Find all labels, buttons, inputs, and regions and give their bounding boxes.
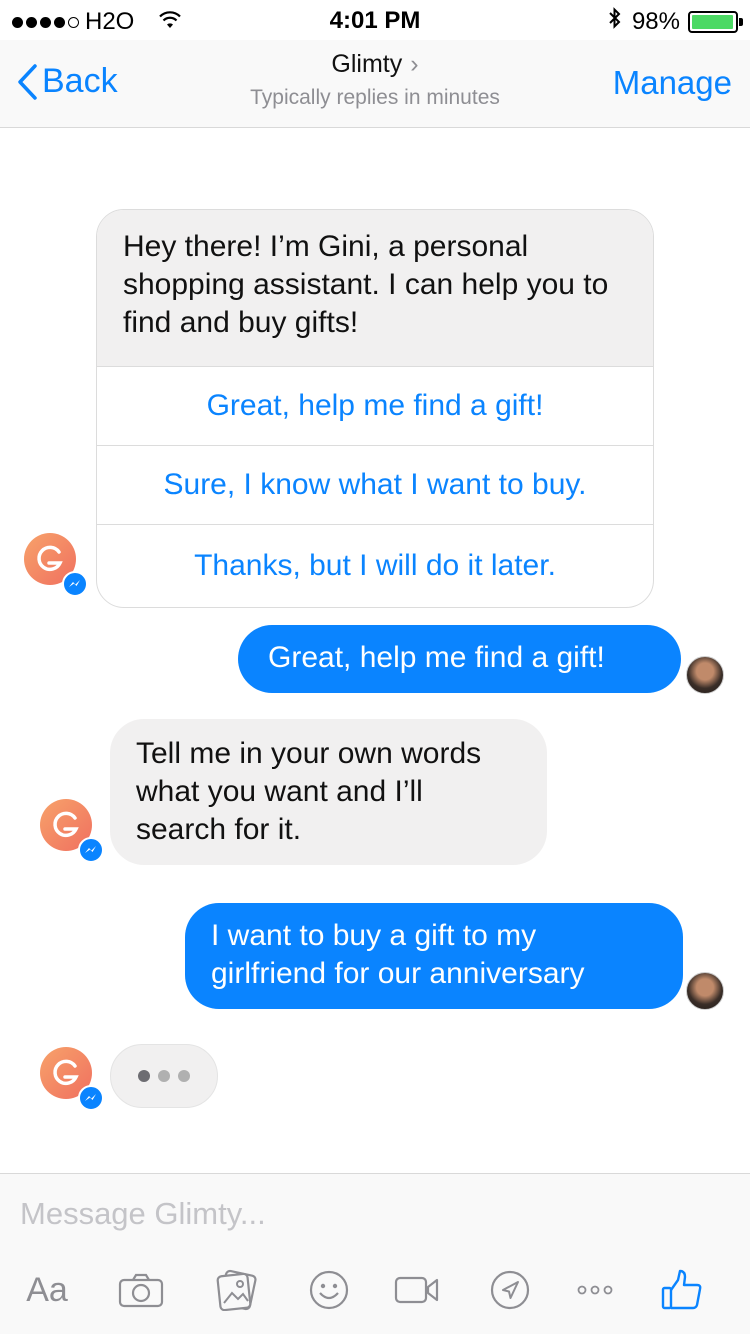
gallery-icon[interactable] [212, 1262, 262, 1318]
manage-button[interactable]: Manage [613, 64, 732, 102]
outgoing-message-text: Great, help me find a gift! [268, 641, 605, 674]
incoming-message[interactable]: Tell me in your own words what you want … [110, 719, 547, 865]
more-icon[interactable] [576, 1262, 614, 1318]
typing-indicator [110, 1044, 218, 1108]
outgoing-message[interactable]: I want to buy a gift to my girlfriend fo… [185, 903, 683, 1009]
quick-reply-button[interactable]: Sure, I know what I want to buy. [97, 445, 653, 524]
bluetooth-icon [608, 7, 622, 36]
composer-toolbar: Aa [0, 1262, 750, 1318]
battery-level [692, 14, 734, 29]
message-input[interactable] [20, 1196, 720, 1232]
chevron-right-icon: › [410, 50, 419, 78]
glimty-logo-icon [37, 545, 63, 572]
battery-icon [688, 10, 743, 33]
video-icon[interactable] [394, 1262, 440, 1318]
user-avatar [686, 972, 724, 1010]
aa-label: Aa [26, 1270, 68, 1309]
battery-percent: 98% [631, 7, 680, 35]
glimty-logo-icon [53, 1059, 79, 1086]
quick-reply-button[interactable]: Great, help me find a gift! [97, 366, 653, 445]
camera-icon[interactable] [116, 1262, 166, 1318]
messenger-badge-icon [78, 837, 104, 863]
aa-icon[interactable]: Aa [22, 1262, 72, 1318]
page-title: Glimty [331, 50, 403, 78]
user-avatar [686, 656, 724, 694]
bot-intro-text: Hey there! I’m Gini, a personal shopping… [97, 210, 653, 366]
bot-intro-card: Hey there! I’m Gini, a personal shopping… [96, 209, 654, 608]
status-right: 98% [608, 7, 743, 36]
location-icon[interactable] [488, 1262, 532, 1318]
emoji-icon[interactable] [306, 1262, 352, 1318]
incoming-message-text: Tell me in your own words what you want … [136, 737, 482, 846]
chat-thread[interactable]: Hey there! I’m Gini, a personal shopping… [0, 129, 750, 1173]
like-icon[interactable] [658, 1262, 706, 1318]
messenger-badge-icon [62, 571, 88, 597]
outgoing-message-text: I want to buy a gift to my girlfriend fo… [211, 919, 585, 990]
messenger-badge-icon [78, 1085, 104, 1111]
outgoing-message[interactable]: Great, help me find a gift! [238, 625, 681, 693]
nav-bar: Back Glimty › Typically replies in minute… [0, 40, 750, 128]
composer: Aa [0, 1173, 750, 1334]
quick-reply-button[interactable]: Thanks, but I will do it later. [97, 524, 653, 607]
glimty-logo-icon [53, 811, 79, 838]
status-bar: H2O 4:01 PM 98% [0, 0, 750, 40]
